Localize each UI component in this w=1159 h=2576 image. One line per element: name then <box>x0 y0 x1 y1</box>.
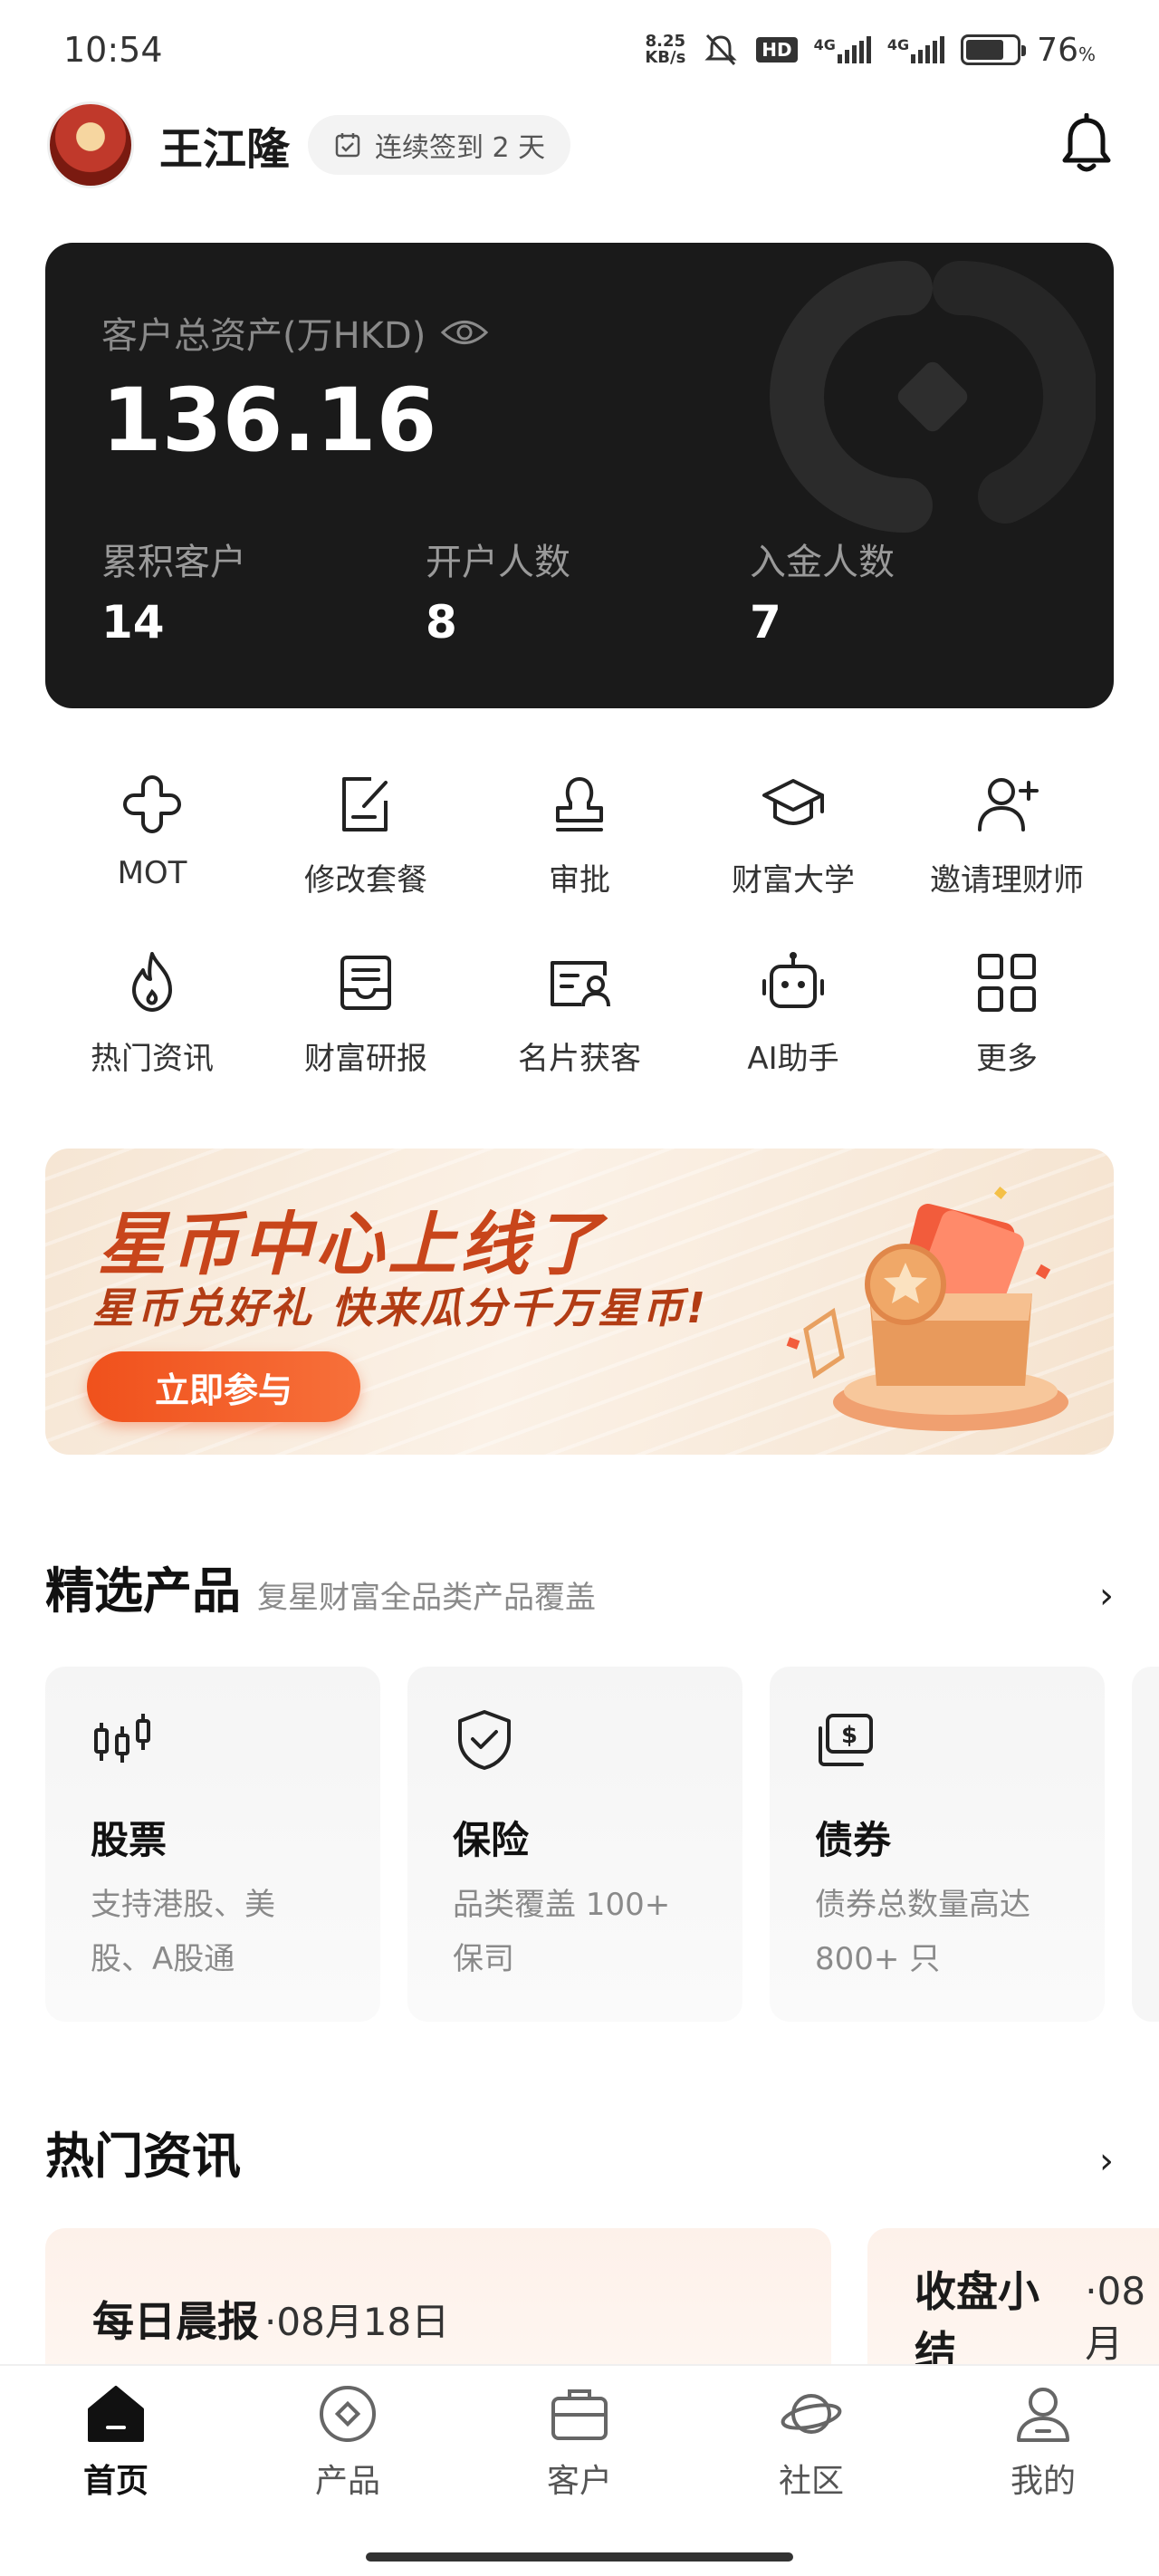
bottom-tab-bar: 首页 产品 客户 社区 我的 <box>0 2364 1159 2576</box>
chevron-right-icon[interactable]: › <box>1099 2140 1114 2182</box>
add-user-icon <box>978 778 1039 831</box>
planet-icon <box>781 2394 842 2434</box>
network-speed: 8.25 KB/s <box>645 32 686 67</box>
tab-clients[interactable]: 客户 <box>464 2366 695 2502</box>
currency-watermark-icon <box>770 261 1096 533</box>
status-bar: 10:54 8.25 KB/s HD 4G 4G 76% <box>0 0 1159 100</box>
section-subtitle: 复星财富全品类产品覆盖 <box>257 1580 596 1616</box>
quick-action-research-report[interactable]: 财富研报 <box>259 948 473 1078</box>
gift-box-icon <box>786 1186 1068 1431</box>
stat-funded-clients[interactable]: 入金人数 7 <box>750 533 1074 649</box>
quick-action-ai-assistant[interactable]: AI助手 <box>686 948 900 1078</box>
money-bill-icon: $ <box>819 1714 873 1766</box>
quick-action-wealth-university[interactable]: 财富大学 <box>686 770 900 899</box>
checkin-badge[interactable]: 连续签到 2 天 <box>308 115 571 175</box>
total-assets-label: 客户总资产(万HKD) <box>101 306 489 359</box>
tab-profile[interactable]: 我的 <box>927 2366 1159 2502</box>
battery-icon <box>961 34 1027 65</box>
signal-1: 4G <box>814 36 871 63</box>
tab-products[interactable]: 产品 <box>232 2366 464 2502</box>
quick-actions-grid: MOT 修改套餐 审批 财富大学 邀请理财师 热门资讯 财富研报 名片获客 AI… <box>45 770 1114 1078</box>
header: 王江隆 连续签到 2 天 <box>47 100 1116 190</box>
quick-action-mot[interactable]: MOT <box>45 770 259 899</box>
inbox-report-icon <box>340 956 391 1010</box>
product-card-stocks[interactable]: 股票 支持港股、美股、A股通 <box>45 1667 380 2022</box>
shield-check-icon <box>458 1710 511 1770</box>
status-indicators: 8.25 KB/s HD 4G 4G 76% <box>645 32 1096 69</box>
checkin-text: 连续签到 2 天 <box>375 132 546 164</box>
asset-stats: 累积客户 14 开户人数 8 入金人数 7 <box>101 533 1074 649</box>
product-card-partial[interactable] <box>1132 1667 1159 2022</box>
product-icon <box>320 2386 376 2442</box>
profile-icon <box>1017 2388 1069 2442</box>
quick-action-invite-advisor[interactable]: 邀请理财师 <box>900 770 1114 899</box>
briefcase-icon <box>551 2389 608 2440</box>
svg-text:$: $ <box>841 1722 857 1749</box>
chevron-right-icon[interactable]: › <box>1099 1575 1114 1617</box>
notification-bell-icon[interactable] <box>1058 113 1116 177</box>
quick-action-edit-plan[interactable]: 修改套餐 <box>259 770 473 899</box>
news-card-morning-report[interactable]: 每日晨报 ·08月18日 <box>45 2228 831 2364</box>
promo-banner[interactable]: 星币中心上线了 星币兑好礼 快来瓜分千万星币! 立即参与 <box>45 1149 1114 1455</box>
signal-bars-icon <box>911 36 945 63</box>
username: 王江隆 <box>159 124 291 175</box>
news-carousel[interactable]: 每日晨报 ·08月18日 收盘小结 ·08月 <box>45 2228 1159 2364</box>
asset-summary-card[interactable]: 客户总资产(万HKD) 136.16 累积客户 14 开户人数 8 入金人数 7 <box>45 243 1114 708</box>
battery-level: 76% <box>1037 31 1096 69</box>
eye-icon[interactable] <box>440 317 489 348</box>
quick-action-approval[interactable]: 审批 <box>473 770 686 899</box>
stat-opened-accounts[interactable]: 开户人数 8 <box>426 533 750 649</box>
product-card-insurance[interactable]: 保险 品类覆盖 100+ 保司 <box>407 1667 742 2022</box>
edit-document-icon <box>342 777 388 831</box>
tab-community[interactable]: 社区 <box>695 2366 927 2502</box>
section-title: 精选产品 <box>45 1562 241 1620</box>
products-section-header[interactable]: 精选产品 复星财富全品类产品覆盖 › <box>45 1551 1114 1622</box>
signal-bars-icon <box>837 36 871 63</box>
home-indicator[interactable] <box>366 2552 793 2562</box>
section-title: 热门资讯 <box>45 2128 241 2185</box>
banner-title: 星币中心上线了 <box>98 1204 605 1284</box>
business-card-icon <box>551 961 610 1007</box>
products-carousel[interactable]: 股票 支持港股、美股、A股通 保险 品类覆盖 100+ 保司 $ 债券 债券总数… <box>45 1667 1159 2029</box>
hd-badge: HD <box>756 37 798 62</box>
quick-action-hot-news[interactable]: 热门资讯 <box>45 948 259 1078</box>
flame-icon <box>132 952 172 1012</box>
quick-action-card-acquisition[interactable]: 名片获客 <box>473 948 686 1078</box>
quick-action-more[interactable]: 更多 <box>900 948 1114 1078</box>
stat-total-clients[interactable]: 累积客户 14 <box>101 533 426 649</box>
mute-bell-icon <box>704 34 737 66</box>
calendar-check-icon <box>335 133 360 158</box>
home-icon <box>88 2386 144 2442</box>
product-card-bonds[interactable]: $ 债券 债券总数量高达 800+ 只 <box>770 1667 1105 2022</box>
total-assets-value: 136.16 <box>101 370 437 471</box>
news-section-header[interactable]: 热门资讯 › <box>45 2116 1114 2187</box>
signal-2: 4G <box>887 36 945 63</box>
clover-icon <box>123 775 181 833</box>
graduation-cap-icon <box>762 779 824 825</box>
avatar[interactable] <box>47 101 134 188</box>
banner-subtitle: 星币兑好礼 快来瓜分千万星币! <box>92 1283 708 1332</box>
status-time: 10:54 <box>63 30 163 70</box>
news-card-closing-summary[interactable]: 收盘小结 ·08月 <box>867 2228 1159 2364</box>
robot-icon <box>762 952 824 1008</box>
grid-icon <box>978 954 1036 1012</box>
stamp-icon <box>556 777 603 831</box>
tab-home[interactable]: 首页 <box>0 2366 232 2502</box>
candlestick-icon <box>94 1714 150 1763</box>
join-now-button[interactable]: 立即参与 <box>87 1351 360 1422</box>
